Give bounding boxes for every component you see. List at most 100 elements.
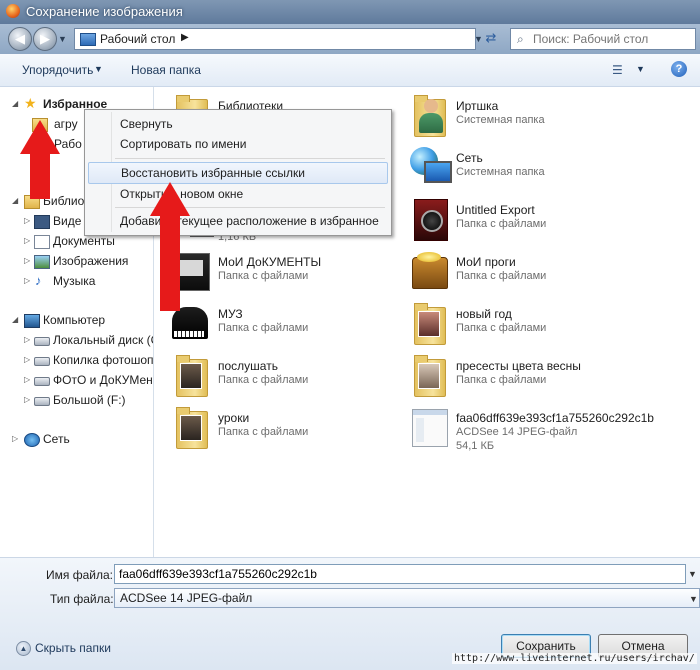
filename-input[interactable] [114,564,686,584]
command-bar: Упорядочить ▼ Новая папка ☰ ▼ ? [0,54,700,87]
expand-arrow-icon[interactable]: ▷ [24,335,30,344]
view-options-icon[interactable]: ☰ [612,63,626,77]
new-folder-button[interactable]: Новая папка [131,63,201,77]
expand-arrow-icon[interactable]: ▷ [24,355,30,364]
menu-item-label: Сортировать по имени [120,137,247,151]
nav-music[interactable]: ▷ ♪ Музыка [0,272,153,290]
hide-folders-button[interactable]: Скрыть папки [35,641,111,655]
file-name: пресесты цвета весны [456,359,581,373]
menu-item-restore-favorites[interactable]: Восстановить избранные ссылки [88,162,388,184]
address-location[interactable]: Рабочий стол [100,32,175,46]
menu-item-add-to-favorites[interactable]: Добавить текущее расположение в избранно… [88,211,386,231]
file-name: Сеть [456,151,483,165]
nav-drive-photo-docs[interactable]: ▷ ФОтО и ДоКУМенты [0,371,153,389]
file-name: МоИ ДоКУМЕНТЫ [218,255,322,269]
file-name: faa06dff639e393cf1a755260c292c1b [456,411,654,425]
menu-item-collapse[interactable]: Свернуть [88,114,386,134]
file-item-network[interactable]: Сеть Системная папка [408,145,638,193]
nav-label: Сеть [43,432,70,446]
help-icon[interactable]: ? [671,61,687,77]
photo-folder-icon [170,405,212,449]
nav-label: Компьютер [43,313,106,327]
network-icon [408,145,452,189]
file-item-my-documents[interactable]: МоИ ДоКУМЕНТЫ Папка с файлами [170,249,400,297]
nav-label: Виде [53,214,82,228]
search-box[interactable]: ⌕ [510,28,696,50]
organize-button[interactable]: Упорядочить [22,63,93,77]
nav-drive-c[interactable]: ▷ Локальный диск (C [0,331,153,349]
menu-item-label: Свернуть [120,117,173,131]
save-form: Имя файла: ▼ Тип файла: ACDSee 14 JPEG-ф… [0,557,700,670]
refresh-button[interactable]: ⇄ [480,28,502,48]
file-name: послушать [218,359,278,373]
expand-arrow-icon[interactable]: ▷ [12,434,18,443]
expand-arrow-icon[interactable]: ▷ [24,256,30,265]
nav-images[interactable]: ▷ Изображения [0,252,153,270]
nav-label: Музыка [53,274,96,288]
red-arrow-annotation [20,120,60,200]
chevron-right-icon[interactable]: ▶ [181,32,189,43]
file-item-new-year[interactable]: новый год Папка с файлами [408,301,638,349]
watermark-url: http://www.liveinternet.ru/users/irchav/ [452,653,697,664]
file-size: 54,1 КБ [456,440,495,452]
music-note-icon: ♪ [35,273,42,288]
file-name: МоИ проги [456,255,516,269]
file-item-untitled-export[interactable]: Untitled Export Папка с файлами [408,197,638,245]
camera-folder-icon [408,197,450,241]
photo-folder-icon [170,353,212,397]
nav-label: Большой (F:) [53,393,126,407]
network-icon [24,433,40,447]
filename-label: Имя файла: [46,568,113,582]
filename-dropdown-icon[interactable]: ▼ [688,569,697,579]
desktop-folder-icon [80,33,96,46]
user-folder-icon [408,93,450,137]
file-type: Папка с файлами [456,270,547,282]
file-name: уроки [218,411,250,425]
menu-item-open-new-window[interactable]: Открыть в новом окне [88,184,386,204]
nav-computer[interactable]: ◢ Компьютер [0,311,153,329]
back-button[interactable]: ◀ [8,27,32,51]
filetype-select[interactable]: ACDSee 14 JPEG-файл ▼ [114,588,700,608]
drive-icon [34,377,50,386]
nav-drive-photoshop[interactable]: ▷ Копилка фотошопа [0,351,153,369]
expand-arrow-icon[interactable]: ◢ [12,196,18,205]
treasure-folder-icon [408,249,450,293]
forward-button[interactable]: ▶ [33,27,57,51]
file-item-user[interactable]: Иртшка Системная папка [408,93,638,141]
nav-label: Изображения [53,254,129,268]
expand-arrow-icon[interactable]: ▷ [24,276,30,285]
image-file-icon [408,405,450,449]
nav-network[interactable]: ▷ Сеть [0,430,153,448]
recent-pages-dropdown-icon[interactable]: ▼ [58,34,67,44]
view-dropdown-icon[interactable]: ▼ [636,64,645,74]
nav-label: Копилка фотошопа [53,353,153,367]
collapse-arrow-icon[interactable]: ▲ [16,641,31,656]
expand-arrow-icon[interactable]: ◢ [12,315,18,324]
window-title: Сохранение изображения [26,4,183,19]
file-item-lessons[interactable]: уроки Папка с файлами [170,405,400,453]
file-name: новый год [456,307,512,321]
file-type: ACDSee 14 JPEG-файл [456,426,578,438]
photo-folder-icon [408,353,450,397]
photo-folder-icon [408,301,450,345]
file-name: Untitled Export [456,203,535,217]
expand-arrow-icon[interactable]: ▷ [24,216,30,225]
chevron-down-icon[interactable]: ▼ [689,594,698,604]
search-input[interactable] [531,30,695,48]
file-item-muz[interactable]: МУЗ Папка с файлами [170,301,400,349]
chevron-down-icon[interactable]: ▼ [94,64,103,74]
file-item-listen[interactable]: послушать Папка с файлами [170,353,400,401]
file-item-jpeg[interactable]: faa06dff639e393cf1a755260c292c1b ACDSee … [408,405,654,453]
expand-arrow-icon[interactable]: ▷ [24,395,30,404]
expand-arrow-icon[interactable]: ◢ [12,99,18,108]
file-item-my-programs[interactable]: МоИ проги Папка с файлами [408,249,638,297]
nav-drive-f[interactable]: ▷ Большой (F:) [0,391,153,409]
file-item-spring-presets[interactable]: пресесты цвета весны Папка с файлами [408,353,638,401]
address-bar[interactable]: Рабочий стол ▶ [74,28,476,50]
expand-arrow-icon[interactable]: ▷ [24,236,30,245]
file-type: Системная папка [456,166,545,178]
file-type: Папка с файлами [456,374,547,386]
expand-arrow-icon[interactable]: ▷ [24,375,30,384]
address-toolbar: ◀ ▶ ▼ Рабочий стол ▶ ▼ ⇄ ⌕ [0,24,700,54]
menu-item-sort-by-name[interactable]: Сортировать по имени [88,134,386,154]
